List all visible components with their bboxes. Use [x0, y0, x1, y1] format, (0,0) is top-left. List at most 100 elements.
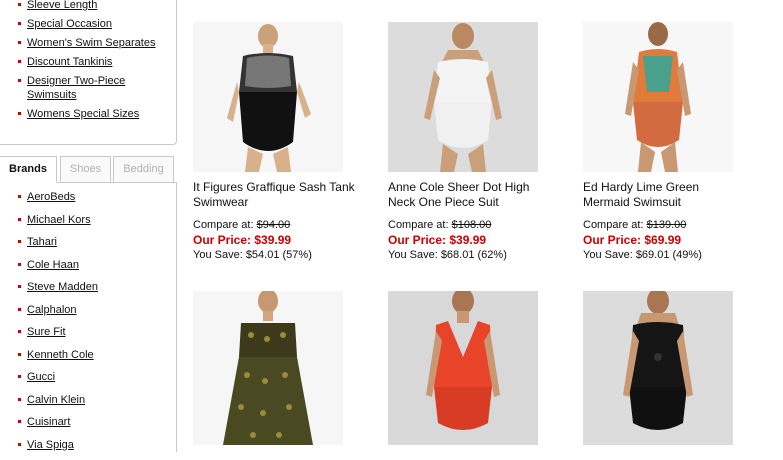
product-image[interactable] — [193, 22, 343, 172]
brand-list: AeroBeds Michael Kors Tahari Cole Haan S… — [18, 190, 168, 460]
compare-label: Compare at: — [388, 219, 449, 231]
category-item: Womens Special Sizes — [18, 107, 168, 121]
product-image[interactable] — [583, 22, 733, 172]
save-label: You Save: — [388, 249, 438, 261]
brand-item: Cuisinart — [18, 415, 168, 438]
category-item: Special Occasion — [18, 17, 168, 31]
brand-item: Steve Madden — [18, 280, 168, 303]
compare-value: $94.00 — [257, 219, 291, 231]
brand-item: Tahari — [18, 235, 168, 258]
compare-price: Compare at: $94.00 — [193, 218, 358, 232]
bullet-icon — [18, 330, 21, 333]
category-link-special-sizes[interactable]: Womens Special Sizes — [27, 108, 139, 120]
product-name[interactable]: Anne Cole Sheer Dot High Neck One Piece … — [388, 180, 553, 214]
category-link-two-piece[interactable]: Designer Two-Piece Swimsuits — [27, 75, 125, 101]
brand-link-michael-kors[interactable]: Michael Kors — [27, 214, 91, 226]
brand-item: Via Spiga — [18, 438, 168, 460]
price-label: Our Price: — [388, 233, 446, 247]
brand-link-calvin-klein[interactable]: Calvin Klein — [27, 394, 85, 406]
brand-link-cuisinart[interactable]: Cuisinart — [27, 416, 70, 428]
category-link-sleeve-length[interactable]: Sleeve Length — [27, 0, 97, 11]
tab-shoes[interactable]: Shoes — [60, 156, 111, 183]
bullet-icon — [18, 22, 21, 25]
save-label: You Save: — [583, 249, 633, 261]
bullet-icon — [18, 112, 21, 115]
our-price: Our Price: $39.99 — [388, 232, 553, 248]
price-label: Our Price: — [583, 233, 641, 247]
you-save: You Save: $69.01 (49%) — [583, 248, 748, 262]
brand-item: Gucci — [18, 370, 168, 393]
product-card: It Figures Graffique Sash Tank Swimwear … — [193, 22, 358, 262]
sidebar: Sleeve Length Special Occasion Women's S… — [0, 0, 178, 445]
save-value: $54.01 (57%) — [246, 249, 312, 261]
our-price: Our Price: $69.99 — [583, 232, 748, 248]
price-value: $39.99 — [449, 233, 486, 247]
bullet-icon — [18, 443, 21, 446]
bullet-icon — [18, 79, 21, 82]
brand-item: Kenneth Cole — [18, 348, 168, 371]
bullet-icon — [18, 398, 21, 401]
bullet-icon — [18, 218, 21, 221]
brand-item: AeroBeds — [18, 190, 168, 213]
save-value: $69.01 (49%) — [636, 249, 702, 261]
product-card — [388, 291, 553, 445]
bullet-icon — [18, 420, 21, 423]
product-card — [583, 291, 748, 445]
product-name[interactable]: It Figures Graffique Sash Tank Swimwear — [193, 180, 358, 214]
price-value: $69.99 — [644, 233, 681, 247]
compare-label: Compare at: — [583, 219, 644, 231]
brand-item: Michael Kors — [18, 213, 168, 236]
brand-link-steve-madden[interactable]: Steve Madden — [27, 281, 98, 293]
brand-link-tahari[interactable]: Tahari — [27, 236, 57, 248]
brand-link-kenneth-cole[interactable]: Kenneth Cole — [27, 349, 94, 361]
brand-link-cole-haan[interactable]: Cole Haan — [27, 259, 79, 271]
category-item: Designer Two-Piece Swimsuits — [18, 74, 168, 102]
tab-brands[interactable]: Brands — [0, 156, 57, 183]
brand-item: Cole Haan — [18, 258, 168, 281]
our-price: Our Price: $39.99 — [193, 232, 358, 248]
bullet-icon — [18, 308, 21, 311]
bullet-icon — [18, 263, 21, 266]
category-item: Discount Tankinis — [18, 55, 168, 69]
price-label: Our Price: — [193, 233, 251, 247]
compare-value: $139.00 — [647, 219, 687, 231]
brand-link-aerobeds[interactable]: AeroBeds — [27, 191, 75, 203]
product-image[interactable] — [388, 291, 538, 445]
brand-item: Calphalon — [18, 303, 168, 326]
product-image[interactable] — [388, 22, 538, 172]
bullet-icon — [18, 41, 21, 44]
category-box: Sleeve Length Special Occasion Women's S… — [0, 0, 177, 145]
product-card: Ed Hardy Lime Green Mermaid Swimsuit Com… — [583, 22, 748, 262]
save-label: You Save: — [193, 249, 243, 261]
bullet-icon — [18, 375, 21, 378]
compare-price: Compare at: $108.00 — [388, 218, 553, 232]
bullet-icon — [18, 240, 21, 243]
category-list: Sleeve Length Special Occasion Women's S… — [18, 0, 168, 126]
product-image[interactable] — [193, 291, 343, 445]
product-image[interactable] — [583, 291, 733, 445]
product-name[interactable]: Ed Hardy Lime Green Mermaid Swimsuit — [583, 180, 748, 214]
brand-link-gucci[interactable]: Gucci — [27, 371, 55, 383]
you-save: You Save: $54.01 (57%) — [193, 248, 358, 262]
tab-bedding[interactable]: Bedding — [113, 156, 174, 183]
product-card — [193, 291, 358, 445]
bullet-icon — [18, 353, 21, 356]
bullet-icon — [18, 285, 21, 288]
category-link-special-occasion[interactable]: Special Occasion — [27, 18, 112, 30]
brand-link-calphalon[interactable]: Calphalon — [27, 304, 77, 316]
compare-value: $108.00 — [452, 219, 492, 231]
brand-tabs: Brands Shoes Bedding — [0, 156, 178, 183]
brand-box: AeroBeds Michael Kors Tahari Cole Haan S… — [0, 182, 177, 452]
compare-label: Compare at: — [193, 219, 254, 231]
save-value: $68.01 (62%) — [441, 249, 507, 261]
product-card: Anne Cole Sheer Dot High Neck One Piece … — [388, 22, 553, 262]
category-link-discount-tankinis[interactable]: Discount Tankinis — [27, 56, 112, 68]
brand-link-sure-fit[interactable]: Sure Fit — [27, 326, 66, 338]
category-item: Sleeve Length — [18, 0, 168, 12]
compare-price: Compare at: $139.00 — [583, 218, 748, 232]
you-save: You Save: $68.01 (62%) — [388, 248, 553, 262]
brand-item: Calvin Klein — [18, 393, 168, 416]
category-link-swim-separates[interactable]: Women's Swim Separates — [27, 37, 155, 49]
brand-item: Sure Fit — [18, 325, 168, 348]
bullet-icon — [18, 60, 21, 63]
